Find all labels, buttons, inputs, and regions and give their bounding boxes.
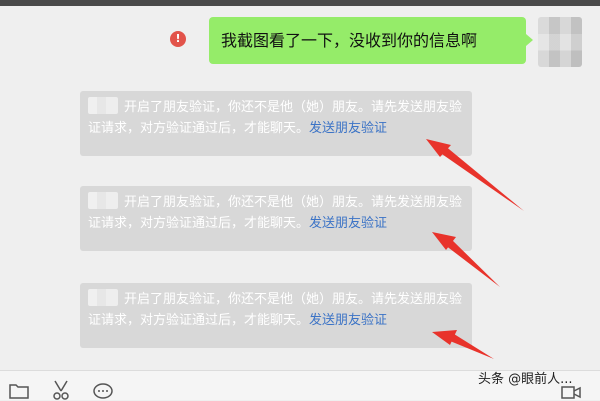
blurred-contact-name [88, 192, 118, 209]
system-message: 开启了朋友验证，你还不是他（她）朋友。请先发送朋友验证请求，对方验证通过后，才能… [80, 91, 472, 156]
system-message-text: 开启了朋友验证，你还不是他（她）朋友。请先发送朋友验证请求，对方验证通过后，才能… [88, 292, 463, 328]
send-friend-verification-link[interactable]: 发送朋友验证 [309, 121, 387, 136]
scissors-icon[interactable] [50, 379, 72, 401]
avatar[interactable] [538, 17, 582, 67]
system-message-text: 开启了朋友验证，你还不是他（她）朋友。请先发送朋友验证请求，对方验证通过后，才能… [88, 195, 463, 231]
sent-message-bubble[interactable]: 我截图看了一下，没收到你的信息啊 [209, 17, 526, 64]
folder-icon[interactable] [8, 379, 30, 401]
watermark: 头条 @眼前人... [478, 372, 573, 387]
sent-message-bubble-tail [526, 34, 533, 46]
system-message: 开启了朋友验证，你还不是他（她）朋友。请先发送朋友验证请求，对方验证通过后，才能… [80, 283, 472, 348]
blurred-contact-name [88, 97, 118, 114]
system-message: 开启了朋友验证，你还不是他（她）朋友。请先发送朋友验证请求，对方验证通过后，才能… [80, 186, 472, 251]
chat-bubble-icon[interactable] [92, 379, 114, 401]
blurred-contact-name [88, 289, 118, 306]
system-message-text: 开启了朋友验证，你还不是他（她）朋友。请先发送朋友验证请求，对方验证通过后，才能… [88, 100, 463, 136]
send-friend-verification-link[interactable]: 发送朋友验证 [309, 313, 387, 328]
send-friend-verification-link[interactable]: 发送朋友验证 [309, 216, 387, 231]
send-failed-icon[interactable]: ! [170, 31, 186, 47]
